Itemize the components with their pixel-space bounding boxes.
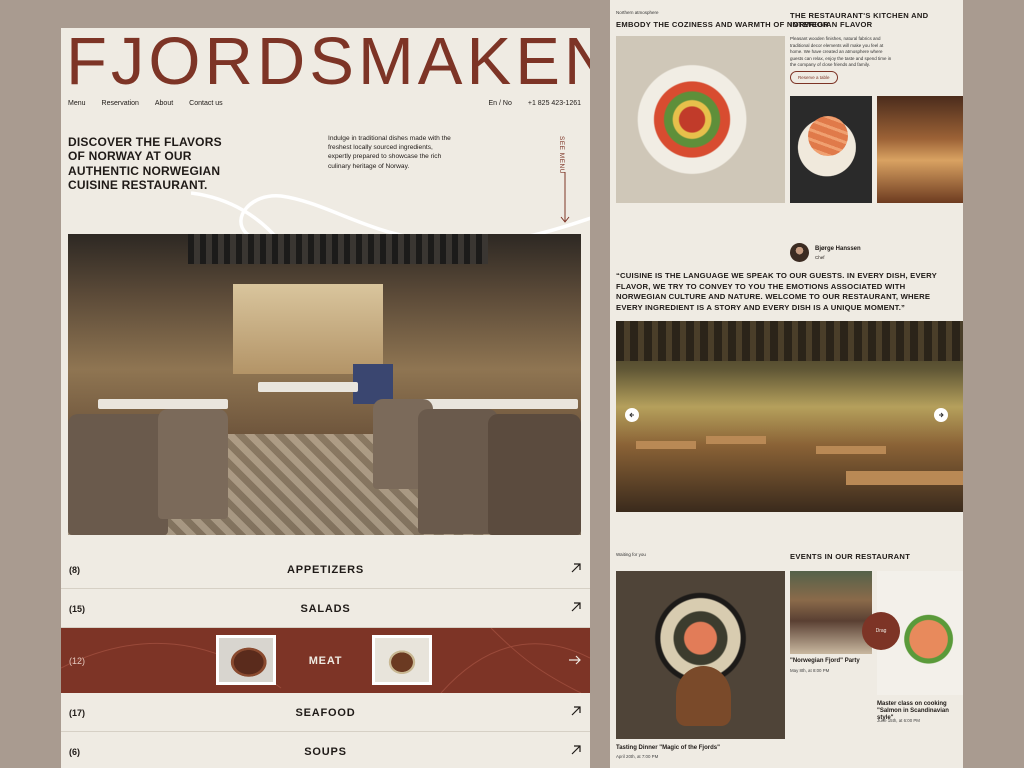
arrow-right-icon: [569, 655, 581, 665]
carousel-next-button[interactable]: [934, 408, 948, 422]
steak-thumbnail: [372, 635, 432, 685]
interior-photo: [877, 96, 963, 203]
category-name: SEAFOOD: [295, 706, 356, 719]
main-nav: Menu Reservation About Contact us: [68, 100, 223, 107]
salad-photo: [616, 36, 785, 203]
restaurant-interior-photo: [68, 234, 581, 535]
phone-number[interactable]: +1 825 423-1261: [528, 100, 581, 107]
events-title: EVENTS IN OUR RESTAURANT: [790, 552, 911, 561]
category-name: MEAT: [308, 654, 343, 667]
kitchen-title: THE RESTAURANT'S KITCHEN AND INTERIOR: [790, 11, 929, 29]
event-title[interactable]: Tasting Dinner "Magic of the Fjords": [616, 745, 785, 752]
hero-description: Indulge in traditional dishes made with …: [328, 135, 451, 170]
nav-menu[interactable]: Menu: [68, 100, 86, 107]
chef-role: Chef: [815, 255, 825, 260]
event-photo-tasting[interactable]: [616, 571, 785, 739]
see-menu-label: SEE MENU: [558, 136, 565, 174]
brand-logo[interactable]: FJORDSMAKEN: [66, 28, 590, 95]
arrow-up-right-icon: [571, 745, 581, 755]
event-title[interactable]: "Norwegian Fjord" Party: [790, 658, 872, 665]
category-meat[interactable]: (12) MEAT: [61, 628, 590, 693]
arrow-up-right-icon: [571, 563, 581, 573]
category-soups[interactable]: (6) SOUPS: [61, 733, 590, 768]
category-appetizers[interactable]: (8) APPETIZERS: [61, 551, 590, 589]
arrow-up-right-icon: [571, 706, 581, 716]
carousel-prev-button[interactable]: [625, 408, 639, 422]
event-date: May 8th, at 8:00 PM: [790, 668, 830, 673]
nav-about[interactable]: About: [155, 100, 173, 107]
section-kicker: Northern atmosphere: [616, 10, 659, 15]
event-date: April 20th, at 7:00 PM: [616, 754, 659, 759]
dining-room-photo: [616, 321, 963, 512]
category-seafood[interactable]: (17) SEAFOOD: [61, 694, 590, 732]
arrow-left-icon: [629, 412, 634, 418]
menu-panel: FJORDSMAKEN Menu Reservation About Conta…: [61, 28, 590, 768]
event-date: June 15th, at 6:00 PM: [877, 718, 920, 723]
chef-avatar: [790, 243, 809, 262]
reserve-table-button[interactable]: Reserve a table: [790, 71, 838, 84]
arrow-right-icon: [939, 412, 944, 418]
hero-title: DISCOVER THE FLAVORS OF NORWAY AT OUR AU…: [68, 135, 222, 193]
chef-name: Bjørge Hanssen: [815, 246, 861, 252]
nav-reservation[interactable]: Reservation: [102, 100, 139, 107]
drag-handle[interactable]: Drag: [862, 612, 900, 650]
shrimp-photo: [790, 96, 872, 203]
kitchen-description: Pleasant wooden finishes, natural fabric…: [790, 36, 892, 68]
nav-contact[interactable]: Contact us: [189, 100, 222, 107]
arrow-up-right-icon: [571, 602, 581, 612]
category-name: APPETIZERS: [286, 563, 365, 576]
about-panel: Northern atmosphere EMBODY THE COZINESS …: [610, 0, 963, 768]
events-kicker: Waiting for you: [616, 552, 646, 557]
nav-utility: En / No +1 825 423-1261: [489, 100, 582, 107]
category-name: SOUPS: [304, 745, 347, 758]
event-photo-party[interactable]: [790, 571, 872, 654]
category-salads[interactable]: (15) SALADS: [61, 590, 590, 628]
language-switch[interactable]: En / No: [489, 100, 512, 107]
chef-quote: “CUISINE IS THE LANGUAGE WE SPEAK TO OUR…: [616, 271, 937, 312]
category-name: SALADS: [300, 602, 351, 615]
